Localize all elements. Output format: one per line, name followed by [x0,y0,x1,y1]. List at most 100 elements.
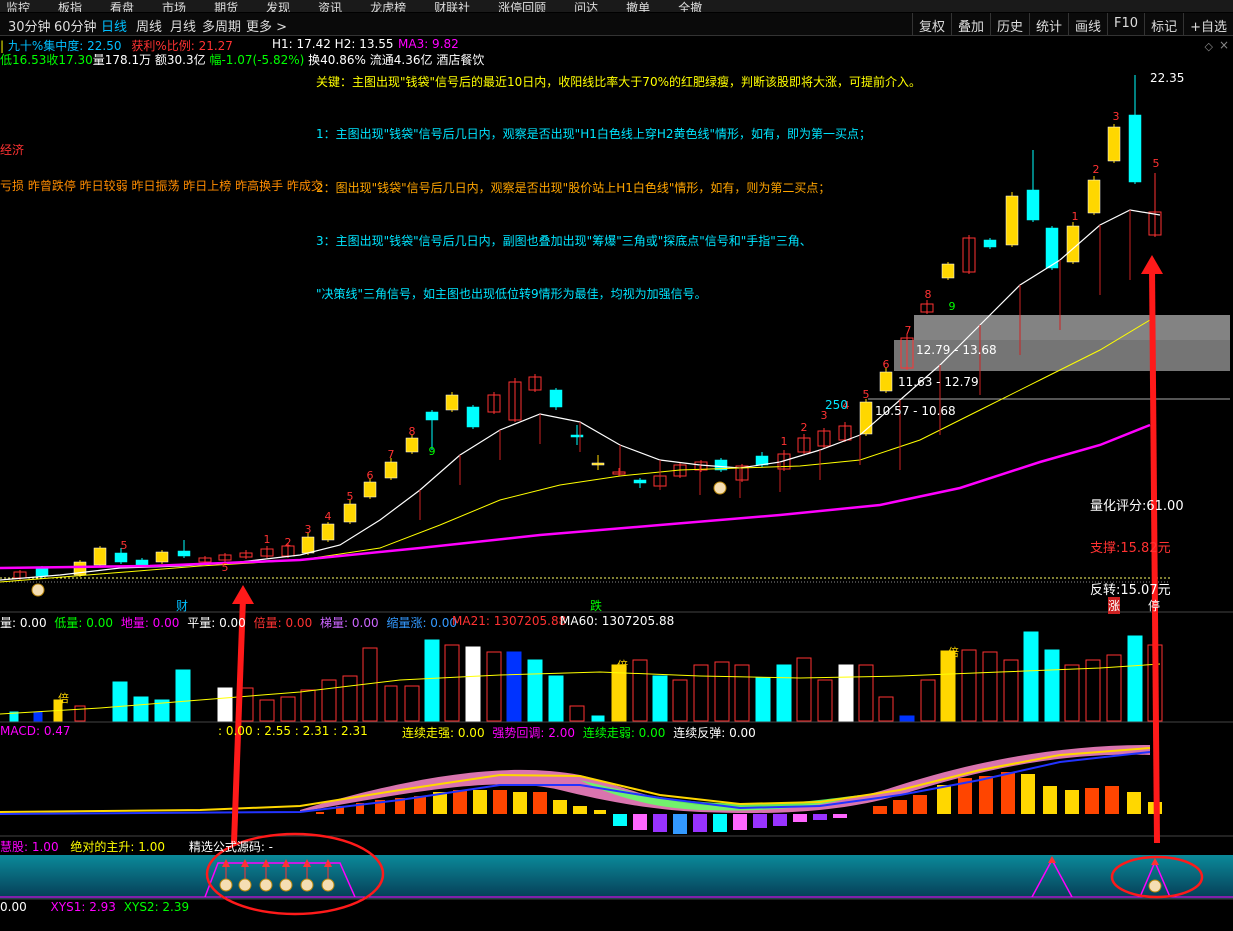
volume-bar [300,689,316,722]
macd-bar-down [633,814,647,830]
volume-bar [776,664,792,722]
macd-bar-up [594,810,606,814]
candle-count-number: 9 [429,445,436,458]
candle-count-number: 2 [285,536,292,549]
macd-vals: : 0.00 : 2.55 : 2.31 : 2.31 [218,724,368,738]
annotation-1: 1：主图出现"钱袋"信号后几日内，观察是否出现"H1白色线上穿H2黄色线"情形，… [316,127,872,141]
volume-bar [693,664,709,722]
macd-bar-up [513,792,527,814]
volume-bar [486,651,502,722]
annotation-arrow-head [1141,255,1163,274]
macd-bar-down [653,814,667,832]
volume-bar [734,664,750,722]
volume-bar [878,696,894,722]
volume-bar [982,651,998,722]
candle-count-number: 2 [1093,163,1100,176]
volume-bar [404,685,420,722]
macd-items: 连续走强: 0.00 强势回调: 2.00 连续走弱: 0.00 连续反弹: 0… [402,724,756,741]
macd-bar-up [453,790,467,814]
volume-bar [755,677,771,722]
volume-bar [899,715,915,722]
macd-item: 连续走弱: 0.00 [582,726,666,740]
volume-bar [175,669,191,722]
xys1-value: XYS1: 2.93 [50,900,116,914]
candle-body [879,371,893,392]
candle-count-number: 7 [388,448,395,461]
candle-body [35,567,49,577]
candle-body [177,550,191,557]
volume-bar [444,644,460,722]
bottom-header: 0.00 XYS1: 2.93 XYS2: 2.39 [0,900,189,914]
vol-ma60: MA60: 1307205.88 [560,614,675,628]
label-250: 250 [825,398,848,412]
macd-bar-up [1021,774,1035,814]
macd-bar-up [979,776,993,814]
marker-die: 跌 [590,599,603,613]
vol-ma21: MA21: 1307205.88 [452,614,567,628]
candle-body [425,411,439,421]
volume-bar [465,646,481,722]
candle-body [941,263,955,279]
candle-body [405,437,419,453]
volume-bar [424,639,440,722]
reverse-price: 反转:15.07元 [1090,583,1171,598]
candle-body [93,547,107,566]
macd-header: MACD: 0.47 [0,724,71,738]
candle-count-number: 4 [325,510,332,523]
candle-count-number: 5 [121,539,128,552]
candle-count-number: 6 [367,469,374,482]
vol-item: 倍量: 0.00 [253,616,313,630]
macd-item: 连续反弹: 0.00 [673,726,756,740]
volume-bar [632,659,648,722]
candle-count-number: 5 [863,388,870,401]
money-bag-icon [219,878,233,892]
vol-item: 平量: 0.00 [187,616,246,630]
bei-marker-1: 倍 [58,692,69,705]
annotation-3: 3：主图出现"钱袋"信号后几日内，副图也叠加出现"筹爆"三角或"探底点"信号和"… [316,234,812,248]
candle-count-number: 7 [905,324,912,337]
volume-bar [672,679,688,722]
annotation-key: 关键：主图出现"钱袋"信号后的最近10日内，收阳线比率大于70%的红肥绿瘦，判断… [316,75,921,89]
candle-count-number: 5 [222,561,229,574]
volume-bar [217,687,233,722]
volume-bar [1106,654,1122,722]
marker-zhang: 涨 [1108,597,1121,614]
price-zone-upper [914,315,1230,340]
volume-bar [133,696,149,722]
candle-count-number: 3 [1113,110,1120,123]
candle-body [301,536,315,554]
vol-item: 梯量: 0.00 [320,616,379,630]
macd-value: MACD: 0.47 [0,724,71,738]
volume-bar [838,664,854,722]
signal-header: 慧股: 1.00 绝对的主升: 1.00 精选公式源码: - [0,838,273,855]
macd-bar-up [473,790,487,814]
volume-header: 量: 0.00 低量: 0.00 地量: 0.00 平量: 0.00 倍量: 0… [0,614,457,631]
candle-count-number: 5 [1153,157,1160,170]
volume-bar [342,675,358,722]
vol-item: 缩量涨: 0.00 [386,616,458,630]
annotation-arrow-head [232,585,254,604]
money-bag-icon [279,878,293,892]
candle-body [445,394,459,411]
volume-bar [569,705,585,722]
signal-item: 慧股: 1.00 [0,840,59,854]
quant-score: 量化评分:61.00 [1090,499,1184,514]
volume-bar [1127,635,1143,722]
volume-bar [1085,659,1101,722]
macd-bar-up [573,806,587,814]
candle-body [1128,114,1142,183]
candle-count-number: 9 [949,300,956,313]
macd-bar-up [316,812,324,814]
bei-marker-2: 倍 [617,659,628,672]
candle-body [633,479,647,484]
zone-label-2: 11.63 - 12.79 [898,375,979,389]
macd-bar-down [713,814,727,832]
candle-body [1087,179,1101,214]
xys2-value: XYS2: 2.39 [123,900,190,914]
volume-bar [33,711,43,722]
volume-bar [548,675,564,722]
money-bag-icon [300,878,314,892]
volume-bar [74,705,86,722]
macd-bar-up [533,792,547,814]
marker-cai: 财 [176,599,189,613]
